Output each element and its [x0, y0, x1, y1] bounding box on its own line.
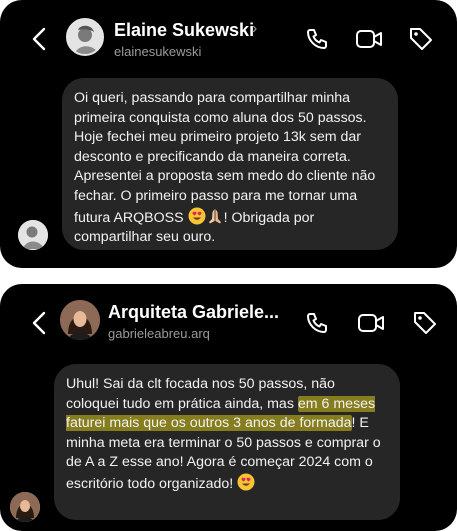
- profile-photo-icon: [10, 492, 40, 522]
- message-body: Oi queri, passando para compartilhar min…: [74, 90, 376, 226]
- back-button[interactable]: [26, 308, 52, 338]
- phone-icon: [307, 313, 327, 333]
- video-call-button[interactable]: [356, 308, 386, 338]
- sender-avatar[interactable]: [18, 220, 48, 250]
- dm-header: Arquiteta Gabriele... gabrieleabreu.arq: [0, 284, 457, 364]
- chevron-left-icon: [32, 27, 46, 51]
- message-body: Uhul! Sai da clt focada nos 50 passos, n…: [66, 376, 335, 412]
- phone-icon: [307, 29, 327, 49]
- message-bubble[interactable]: Oi queri, passando para compartilhar min…: [62, 78, 398, 250]
- label-button[interactable]: [406, 24, 436, 54]
- contact-avatar[interactable]: [66, 18, 104, 56]
- profile-photo-icon: [60, 300, 100, 340]
- contact-avatar[interactable]: [60, 300, 100, 340]
- dm-conversation-card: Elaine Sukewski › elainesukewski Oi quer…: [0, 0, 457, 268]
- back-button[interactable]: [26, 24, 52, 54]
- call-button[interactable]: [302, 308, 332, 338]
- profile-photo-icon: [68, 20, 102, 54]
- heart-eyes-emoji: [237, 473, 255, 491]
- sender-avatar[interactable]: [10, 492, 40, 522]
- praying-hands-emoji: [206, 207, 224, 225]
- video-icon: [356, 30, 382, 48]
- chevron-left-icon: [32, 311, 46, 335]
- label-button[interactable]: [410, 308, 440, 338]
- message-text: Uhul! Sai da clt focada nos 50 passos, n…: [66, 375, 388, 495]
- profile-photo-icon: [18, 220, 48, 250]
- chevron-right-icon[interactable]: ›: [252, 20, 257, 38]
- message-text: Oi queri, passando para compartilhar min…: [74, 89, 386, 248]
- tag-icon: [410, 28, 432, 50]
- contact-name[interactable]: Arquiteta Gabriele...: [108, 302, 279, 323]
- tag-icon: [414, 312, 436, 334]
- contact-handle: elainesukewski: [114, 44, 202, 59]
- heart-eyes-emoji: [188, 207, 206, 225]
- contact-name[interactable]: Elaine Sukewski: [114, 20, 254, 41]
- message-bubble[interactable]: Uhul! Sai da clt focada nos 50 passos, n…: [54, 364, 400, 520]
- video-call-button[interactable]: [354, 24, 384, 54]
- contact-handle: gabrieleabreu.arq: [108, 326, 210, 341]
- video-icon: [358, 314, 384, 332]
- dm-header: Elaine Sukewski › elainesukewski: [0, 0, 457, 80]
- call-button[interactable]: [302, 24, 332, 54]
